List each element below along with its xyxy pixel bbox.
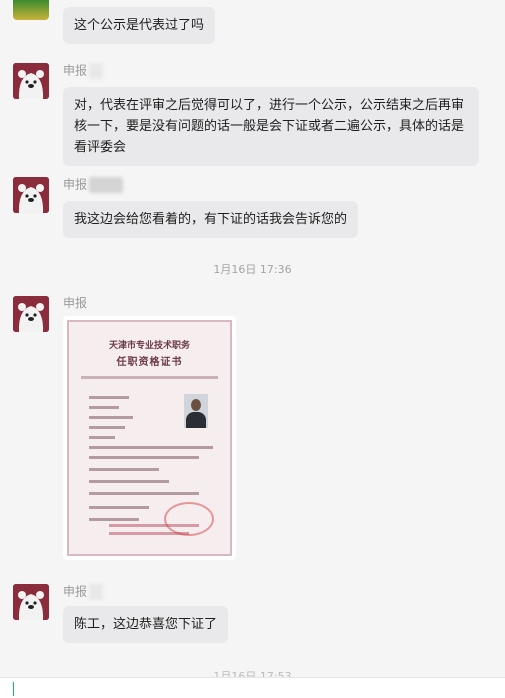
bear-avatar-icon: [13, 63, 49, 99]
message-input[interactable]: [0, 677, 505, 698]
sender-name: 申报: [63, 584, 104, 600]
certificate-line: [89, 506, 149, 509]
certificate-line: [89, 492, 199, 495]
certificate-line: [89, 426, 125, 429]
bear-avatar-icon: [13, 584, 49, 620]
avatar[interactable]: [13, 63, 49, 99]
certificate-line: [89, 518, 139, 521]
redacted-name: [89, 63, 104, 79]
certificate-line: [89, 416, 133, 419]
message-bubble[interactable]: 这个公示是代表过了吗: [63, 7, 216, 44]
sender-name: 申报: [63, 296, 88, 310]
certificate-line: [89, 396, 129, 399]
avatar[interactable]: [13, 296, 49, 332]
stamp-icon: [164, 502, 214, 536]
sender-name: 申报: [63, 177, 124, 193]
certificate-subtitle: 任职资格证书: [116, 357, 183, 368]
bear-avatar-icon: [13, 296, 49, 332]
avatar-partial[interactable]: [13, 0, 49, 20]
certificate-line: [89, 480, 169, 483]
certificate-line: [89, 456, 199, 459]
certificate-line: [89, 446, 213, 449]
certificate-title: 天津市专业技术职务: [108, 341, 190, 351]
certificate-image[interactable]: 天津市专业技术职务 任职资格证书: [63, 316, 236, 560]
text-caret: [13, 682, 14, 696]
redacted-name: [89, 177, 124, 193]
certificate-line: [89, 436, 115, 439]
photo-body: [186, 412, 206, 428]
certificate-line: [81, 376, 218, 379]
avatar[interactable]: [13, 584, 49, 620]
certificate-line: [89, 406, 119, 409]
bear-avatar-icon: [13, 177, 49, 213]
certificate: 天津市专业技术职务 任职资格证书: [67, 320, 232, 556]
certificate-line: [89, 468, 159, 471]
avatar[interactable]: [13, 177, 49, 213]
message-bubble[interactable]: 对，代表在评审之后觉得可以了，进行一个公示，公示结束之后再审核一下，要是没有问题…: [63, 87, 479, 166]
photo-head: [191, 399, 201, 411]
sender-name: 申报: [63, 63, 104, 79]
timestamp: 1月16日 17:53: [213, 670, 292, 677]
redacted-name: [89, 584, 104, 600]
timestamp: 1月16日 17:36: [213, 263, 292, 276]
message-bubble[interactable]: 陈工，这边恭喜您下证了: [63, 606, 229, 643]
message-bubble[interactable]: 我这边会给您看着的，有下证的话我会告诉您的: [63, 201, 359, 238]
certificate-photo: [184, 394, 208, 428]
